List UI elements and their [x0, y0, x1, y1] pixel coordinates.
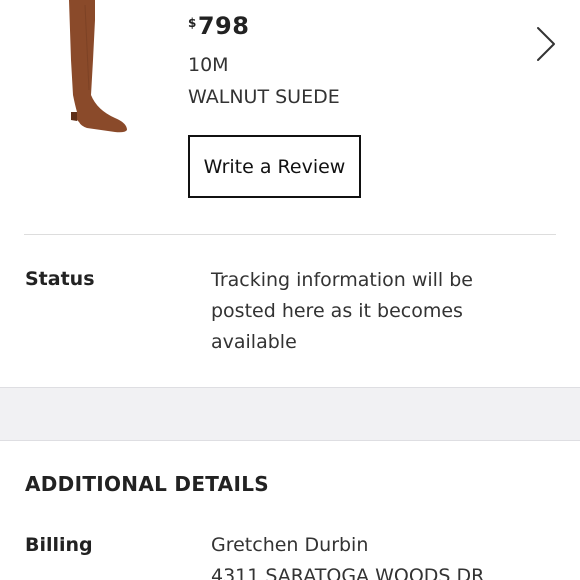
status-label: Status: [25, 268, 95, 290]
divider: [24, 234, 556, 235]
product-color: WALNUT SUEDE: [188, 86, 340, 108]
billing-address: 4311 SARATOGA WOODS DR: [211, 565, 485, 580]
price-currency: $: [188, 16, 197, 30]
write-review-button[interactable]: Write a Review: [188, 135, 361, 198]
product-price: $798: [188, 12, 249, 40]
billing-label: Billing: [25, 534, 93, 556]
additional-details-title: ADDITIONAL DETAILS: [25, 472, 269, 496]
status-text: Tracking information will be posted here…: [211, 269, 474, 353]
billing-name: Gretchen Durbin: [211, 534, 369, 556]
product-size: 10M: [188, 54, 229, 76]
chevron-right-icon[interactable]: [532, 26, 560, 62]
product-section: $798 10M WALNUT SUEDE Write a Review: [0, 0, 580, 234]
price-value: 798: [197, 12, 250, 40]
boot-image[interactable]: [55, 0, 135, 140]
section-separator-band: [0, 387, 580, 441]
